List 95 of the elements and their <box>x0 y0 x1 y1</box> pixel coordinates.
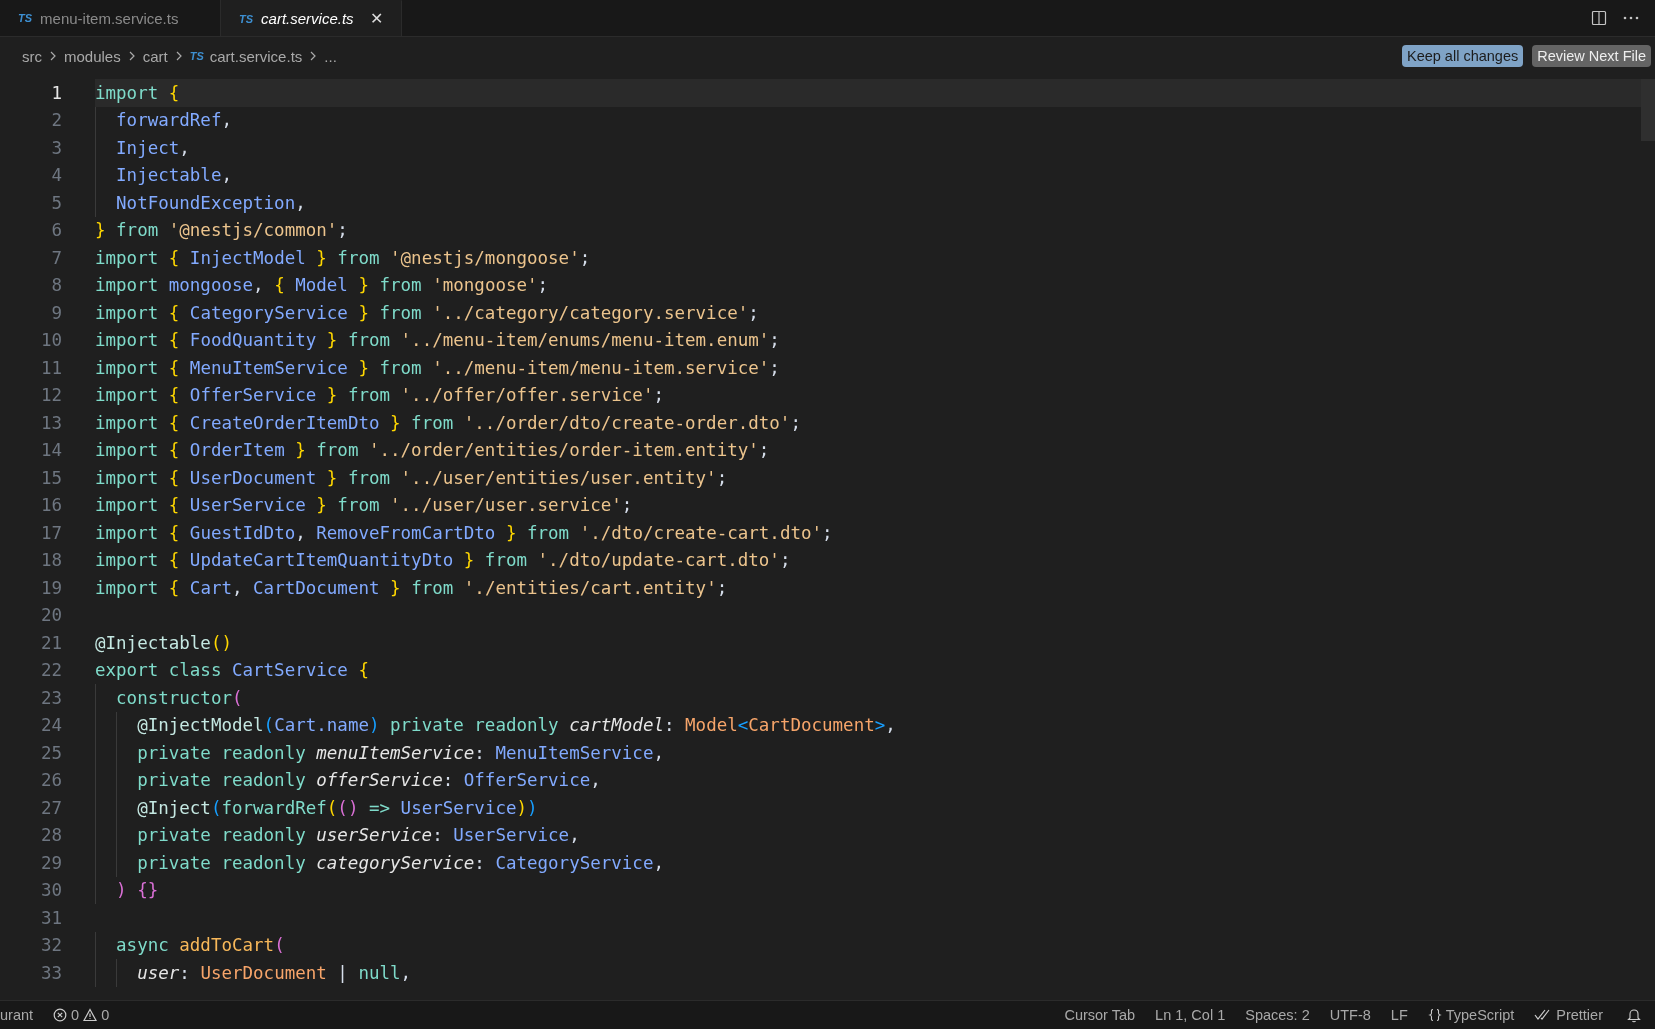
line-number: 32 <box>39 935 62 956</box>
breadcrumb-item[interactable]: modules <box>64 47 121 65</box>
breadcrumb-item[interactable]: cart <box>142 47 168 65</box>
status-item[interactable]: Spaces: 2 <box>1245 1007 1310 1023</box>
more-icon[interactable] <box>1623 16 1639 20</box>
code-line: constructor( <box>115 687 243 708</box>
code-line: import { CategoryService } from '../category/category.service'; <box>95 302 759 323</box>
code-line: user: UserDocument | null, <box>136 962 412 983</box>
line-number: 26 <box>39 770 62 791</box>
code-line: export class CartService { <box>95 660 369 681</box>
code-line: private readonly userService: UserService, <box>136 825 580 846</box>
warning-icon <box>83 1008 98 1022</box>
line-number: 33 <box>39 962 62 983</box>
line-number: 14 <box>39 440 62 461</box>
status-item[interactable]: Ln 1, Col 1 <box>1155 1007 1226 1023</box>
code-line: import { OrderItem } from '../order/entities/order-item.entity'; <box>95 440 770 461</box>
code-line: import { InjectModel } from '@nestjs/mongoose'; <box>95 247 591 268</box>
chevron-icon <box>50 51 56 61</box>
bell-icon[interactable] <box>1627 1007 1641 1023</box>
line-number: 16 <box>39 495 62 516</box>
line-number: 17 <box>39 522 62 543</box>
code-line: import { UserDocument } from '../user/entities/user.entity'; <box>95 467 728 488</box>
line-number: 7 <box>50 247 62 268</box>
typescript-file-icon: TS <box>18 12 33 24</box>
line-number: 18 <box>39 550 62 571</box>
close-icon[interactable]: ✕ <box>369 9 383 28</box>
action-button[interactable]: Keep all changes <box>1401 45 1524 67</box>
code-line: } from '@nestjs/common'; <box>95 220 348 241</box>
braces-icon <box>1427 1008 1442 1022</box>
status-item[interactable]: Cursor Tab <box>1064 1007 1136 1023</box>
code-line: Inject, <box>115 137 190 158</box>
breadcrumb-item[interactable]: cart.service.ts <box>209 47 303 65</box>
code-line: @InjectModel(Cart.name) private readonly cartModel: Model<CartDocument>, <box>136 715 896 736</box>
status-item[interactable]: urant <box>0 1007 34 1023</box>
chevron-icon <box>128 51 135 61</box>
code-line: import { OfferService } from '../offer/offer.service'; <box>95 385 664 406</box>
line-number: 21 <box>39 632 62 653</box>
code-line: NotFoundException, <box>115 192 306 213</box>
problems-status[interactable]: 0 0 <box>53 1007 110 1023</box>
code-line: import { FoodQuantity } from '../menu-item/enums/menu-item.enum'; <box>95 330 780 351</box>
code-line: async addToCart( <box>115 935 285 956</box>
status-item[interactable]: LF <box>1390 1007 1408 1023</box>
breadcrumb-item[interactable]: src <box>22 47 42 65</box>
status-item[interactable]: UTF-8 <box>1329 1007 1371 1023</box>
line-number: 15 <box>39 467 62 488</box>
code-line: @Inject(forwardRef(() => UserService)) <box>136 797 538 818</box>
code-line: private readonly categoryService: CategoryService, <box>136 852 664 873</box>
code-line: import { GuestIdDto, RemoveFromCartDto } from './dto/create-cart.dto'; <box>95 522 833 543</box>
line-number: 12 <box>39 385 62 406</box>
line-number: 25 <box>39 742 62 763</box>
line-number: 20 <box>39 605 62 626</box>
split-editor-icon[interactable] <box>1591 10 1607 26</box>
line-number: 3 <box>50 137 62 158</box>
error-icon <box>53 1008 68 1022</box>
code-line: import mongoose, { Model } from 'mongoose'; <box>95 275 549 296</box>
line-number: 22 <box>39 660 62 681</box>
code-line: private readonly menuItemService: MenuItemService, <box>136 742 664 763</box>
line-number: 13 <box>39 412 62 433</box>
chevron-icon <box>310 51 317 61</box>
typescript-file-icon: TS <box>189 50 204 62</box>
line-number: 4 <box>50 165 62 186</box>
code-line: import { <box>95 82 180 103</box>
line-number: 27 <box>39 797 62 818</box>
code-line: import { MenuItemService } from '../menu-item/menu-item.service'; <box>95 357 780 378</box>
language-status[interactable]: TypeScript <box>1427 1007 1515 1023</box>
line-number: 28 <box>39 825 62 846</box>
line-number: 19 <box>39 577 62 598</box>
line-number: 1 <box>50 82 62 103</box>
code-line: import { UserService } from '../user/user.service'; <box>95 495 633 516</box>
line-number: 23 <box>39 687 62 708</box>
line-number: 29 <box>39 852 62 873</box>
chevron-icon <box>175 51 182 61</box>
line-number: 11 <box>39 357 62 378</box>
line-number: 31 <box>39 907 62 928</box>
line-number: 24 <box>39 715 62 736</box>
code-line: @Injectable() <box>95 632 232 653</box>
line-number: 9 <box>50 302 62 323</box>
action-button[interactable]: Review Next File <box>1532 45 1651 67</box>
line-number: 2 <box>50 110 62 131</box>
code-line: import { UpdateCartItemQuantityDto } from './dto/update-cart.dto'; <box>95 550 791 571</box>
code-line: forwardRef, <box>115 110 232 131</box>
formatter-status[interactable]: Prettier <box>1534 1007 1603 1023</box>
code-line: Injectable, <box>115 165 232 186</box>
line-number: 5 <box>50 192 62 213</box>
typescript-file-icon: TS <box>239 12 254 25</box>
line-number: 6 <box>50 220 62 241</box>
line-number: 30 <box>39 880 62 901</box>
code-line: import { CreateOrderItemDto } from '../order/dto/create-order.dto'; <box>95 412 801 433</box>
line-number: 8 <box>50 275 62 296</box>
line-number: 10 <box>39 330 62 351</box>
breadcrumb-item[interactable]: ... <box>324 47 337 65</box>
code-line: import { Cart, CartDocument } from './entities/cart.entity'; <box>95 577 728 598</box>
editor-tab[interactable]: TS cart.service.ts ✕ <box>221 0 402 36</box>
code-line: private readonly offerService: OfferService, <box>136 770 601 791</box>
code-line: ) {} <box>115 880 159 901</box>
